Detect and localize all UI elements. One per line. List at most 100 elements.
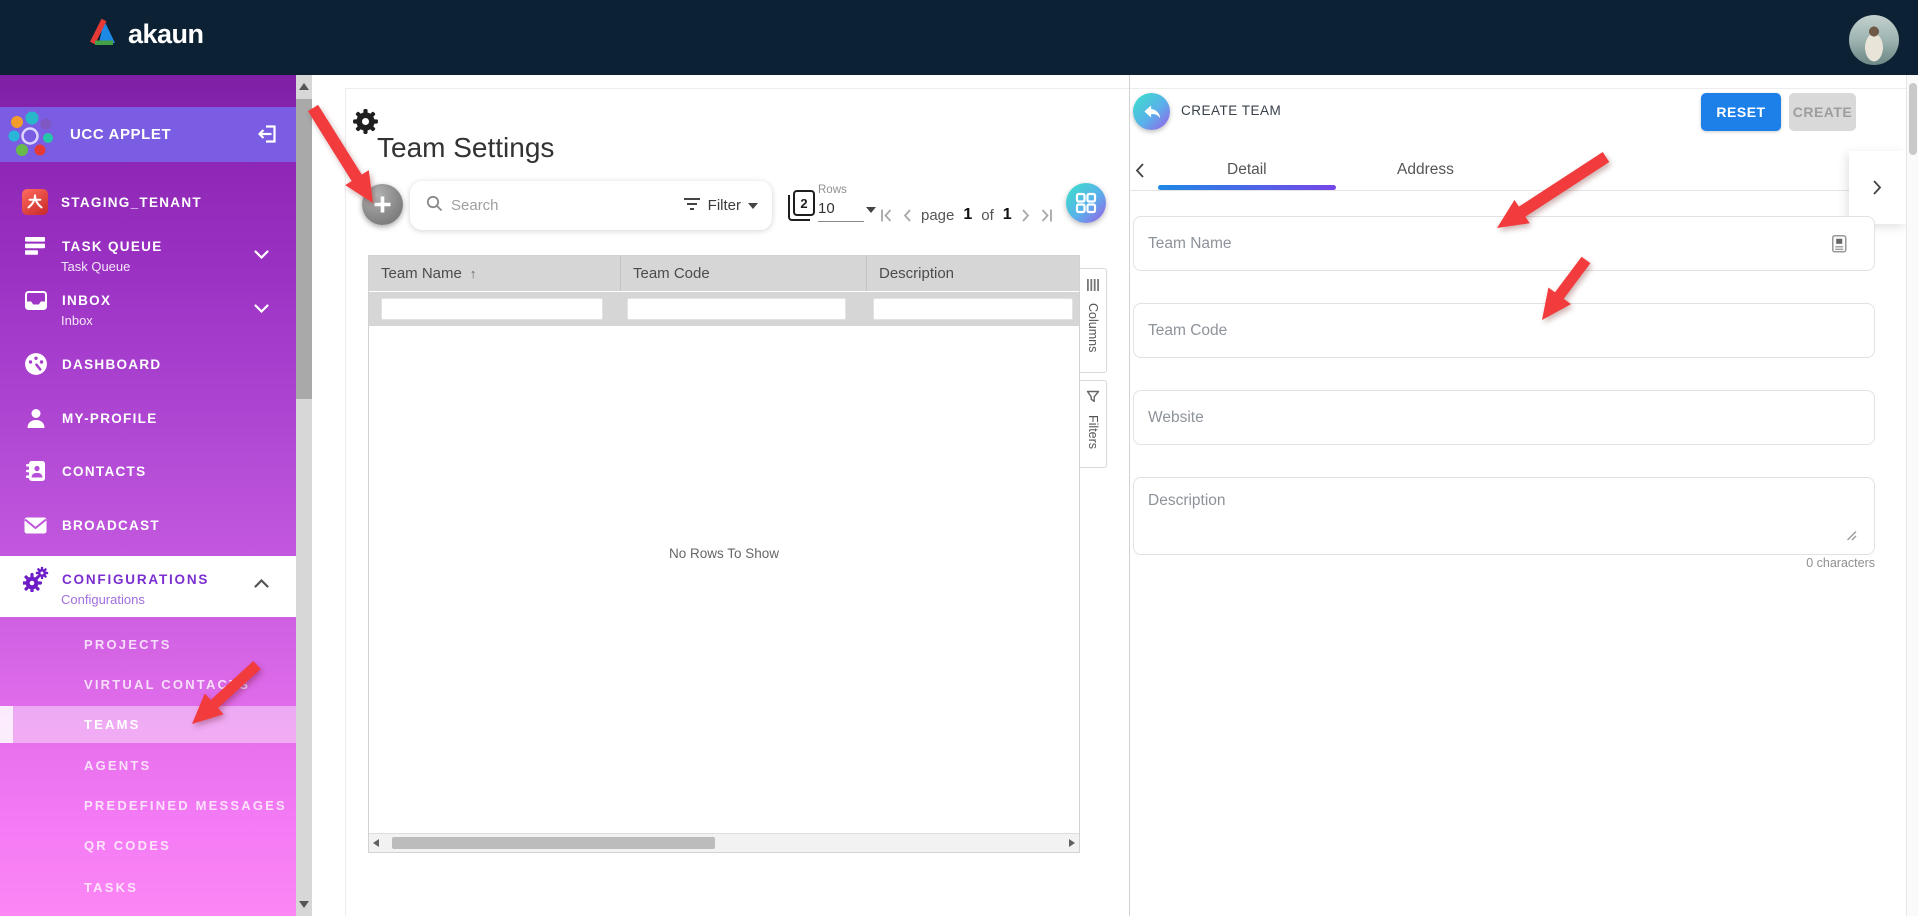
sidebar-item-qr-codes[interactable]: QR CODES	[0, 831, 296, 859]
chevron-down-icon[interactable]	[254, 246, 269, 264]
rows-label: Rows	[818, 184, 847, 196]
gears-icon	[22, 566, 49, 592]
filter-input-description[interactable]	[873, 298, 1073, 320]
scroll-right-arrow-icon[interactable]	[1069, 839, 1075, 847]
user-avatar[interactable]	[1849, 15, 1899, 65]
column-label: Description	[879, 265, 955, 282]
sidebar-item-tasks[interactable]: TASKS	[0, 873, 296, 901]
filter-input-team-name[interactable]	[381, 298, 603, 320]
first-page-button[interactable]	[880, 208, 893, 223]
rows-per-page-select[interactable]: 10	[818, 200, 864, 222]
inbox-icon	[22, 290, 49, 310]
tabs-bottom-border	[1130, 190, 1849, 191]
sidebar-item-label: CONTACTS	[62, 463, 147, 479]
broadcast-icon	[22, 517, 49, 534]
create-button[interactable]: CREATE	[1789, 93, 1856, 131]
window-scrollbar[interactable]	[1906, 75, 1918, 916]
tab-detail[interactable]: Detail	[1227, 161, 1267, 179]
scroll-up-arrow-icon[interactable]	[299, 83, 309, 90]
table-header-row: Team Name ↑ Team Code Description	[369, 256, 1079, 291]
table-empty-message: No Rows To Show	[668, 546, 780, 561]
columns-icon	[1087, 278, 1099, 296]
chevron-down-icon[interactable]	[254, 300, 269, 318]
add-team-button[interactable]	[362, 184, 403, 225]
sidebar-item-virtual-contacts[interactable]: VIRTUAL CONTACTS	[0, 670, 296, 698]
resize-handle-icon[interactable]	[1846, 528, 1857, 546]
app-screen: akaun UCC APPLET STAGING_TENANT TASK QUE…	[0, 0, 1918, 916]
sidebar-item-dashboard[interactable]: DASHBOARD	[0, 344, 296, 384]
sidebar-item-predefined-messages[interactable]: PREDEFINED MESSAGES	[0, 791, 296, 819]
sidebar-item-my-profile[interactable]: MY-PROFILE	[0, 398, 296, 438]
sidebar-applet-header[interactable]: UCC APPLET	[0, 107, 296, 162]
description-field[interactable]	[1133, 477, 1875, 555]
chevron-up-icon[interactable]	[254, 575, 269, 593]
sidebar-scrollbar-thumb[interactable]	[296, 99, 312, 399]
table-horizontal-scrollbar[interactable]	[369, 833, 1079, 852]
tabs-next-chevron-icon	[1873, 180, 1882, 195]
topbar: akaun	[0, 0, 1918, 75]
brand: akaun	[88, 17, 204, 52]
last-page-button[interactable]	[1040, 208, 1053, 223]
sort-asc-icon[interactable]: ↑	[470, 266, 477, 281]
reset-button[interactable]: RESET	[1701, 93, 1781, 131]
tabs-prev-chevron-icon[interactable]	[1134, 162, 1145, 184]
sidebar-scrollbar[interactable]	[296, 75, 312, 916]
content-top-border	[345, 88, 1906, 89]
dashboard-icon	[22, 353, 49, 375]
applet-label: UCC APPLET	[70, 126, 172, 143]
exit-applet-icon[interactable]	[256, 123, 280, 150]
tab-columns-label: Columns	[1086, 303, 1100, 353]
prev-page-button[interactable]	[902, 208, 912, 223]
horizontal-scrollbar-thumb[interactable]	[392, 837, 715, 849]
scroll-down-arrow-icon[interactable]	[299, 901, 309, 908]
filter-label: Filter	[707, 197, 741, 214]
sidebar-item-contacts[interactable]: CONTACTS	[0, 451, 296, 491]
column-label: Team Code	[633, 265, 710, 282]
sidebar-item-label: STAGING_TENANT	[61, 194, 202, 210]
subitem-label: PROJECTS	[84, 636, 172, 652]
sidebar-item-teams[interactable]: TEAMS	[0, 706, 296, 743]
brand-name: akaun	[128, 19, 204, 49]
column-header-team-code[interactable]: Team Code	[621, 256, 867, 291]
column-header-team-name[interactable]: Team Name ↑	[369, 256, 621, 291]
page-of-label: of	[981, 206, 994, 224]
contacts-icon	[22, 460, 49, 482]
table-filter-row	[369, 292, 1079, 326]
tab-address[interactable]: Address	[1397, 161, 1454, 179]
tab-filters[interactable]: Filters	[1080, 380, 1107, 468]
character-count: 0 characters	[1806, 556, 1875, 570]
team-code-field[interactable]	[1133, 303, 1875, 358]
scroll-left-arrow-icon[interactable]	[373, 839, 379, 847]
sidebar-item-projects[interactable]: PROJECTS	[0, 630, 296, 658]
configurations-row[interactable]: CONFIGURATIONS	[0, 564, 296, 594]
window-scrollbar-thumb[interactable]	[1909, 83, 1917, 155]
column-header-description[interactable]: Description	[867, 256, 1079, 291]
sidebar-subtitle-inbox[interactable]: Inbox	[61, 313, 93, 328]
page-label: page	[921, 206, 955, 224]
tab-columns[interactable]: Columns	[1080, 268, 1107, 373]
search-box: Filter	[410, 181, 772, 230]
sidebar-item-staging-tenant[interactable]: STAGING_TENANT	[0, 181, 296, 223]
sidebar-item-label: BROADCAST	[62, 517, 160, 533]
tabs-next-button[interactable]	[1849, 151, 1906, 224]
rows-caret-icon[interactable]	[866, 207, 876, 213]
website-field[interactable]	[1133, 390, 1875, 445]
filter-button[interactable]: Filter	[683, 197, 758, 215]
sidebar-item-inbox[interactable]: INBOX	[0, 280, 296, 320]
next-page-button[interactable]	[1021, 208, 1031, 223]
sidebar-subtitle-task-queue[interactable]: Task Queue	[61, 259, 130, 274]
team-name-field[interactable]	[1133, 216, 1875, 271]
filter-input-team-code[interactable]	[627, 298, 846, 320]
sidebar-item-configurations[interactable]: CONFIGURATIONS Configurations	[0, 556, 296, 617]
back-button[interactable]	[1133, 93, 1170, 130]
search-input[interactable]	[451, 197, 683, 214]
field-lookup-icon[interactable]	[1832, 235, 1847, 258]
sidebar-item-broadcast[interactable]: BROADCAST	[0, 505, 296, 545]
sidebar-item-agents[interactable]: AGENTS	[0, 751, 296, 779]
sidebar-item-label: CONFIGURATIONS	[62, 571, 210, 587]
settings-gear-icon	[352, 108, 379, 140]
pages-count-icon[interactable]: 2	[788, 190, 815, 221]
caret-down-icon	[748, 202, 758, 209]
sidebar-item-task-queue[interactable]: TASK QUEUE	[0, 226, 296, 266]
grid-view-button[interactable]	[1066, 183, 1106, 223]
